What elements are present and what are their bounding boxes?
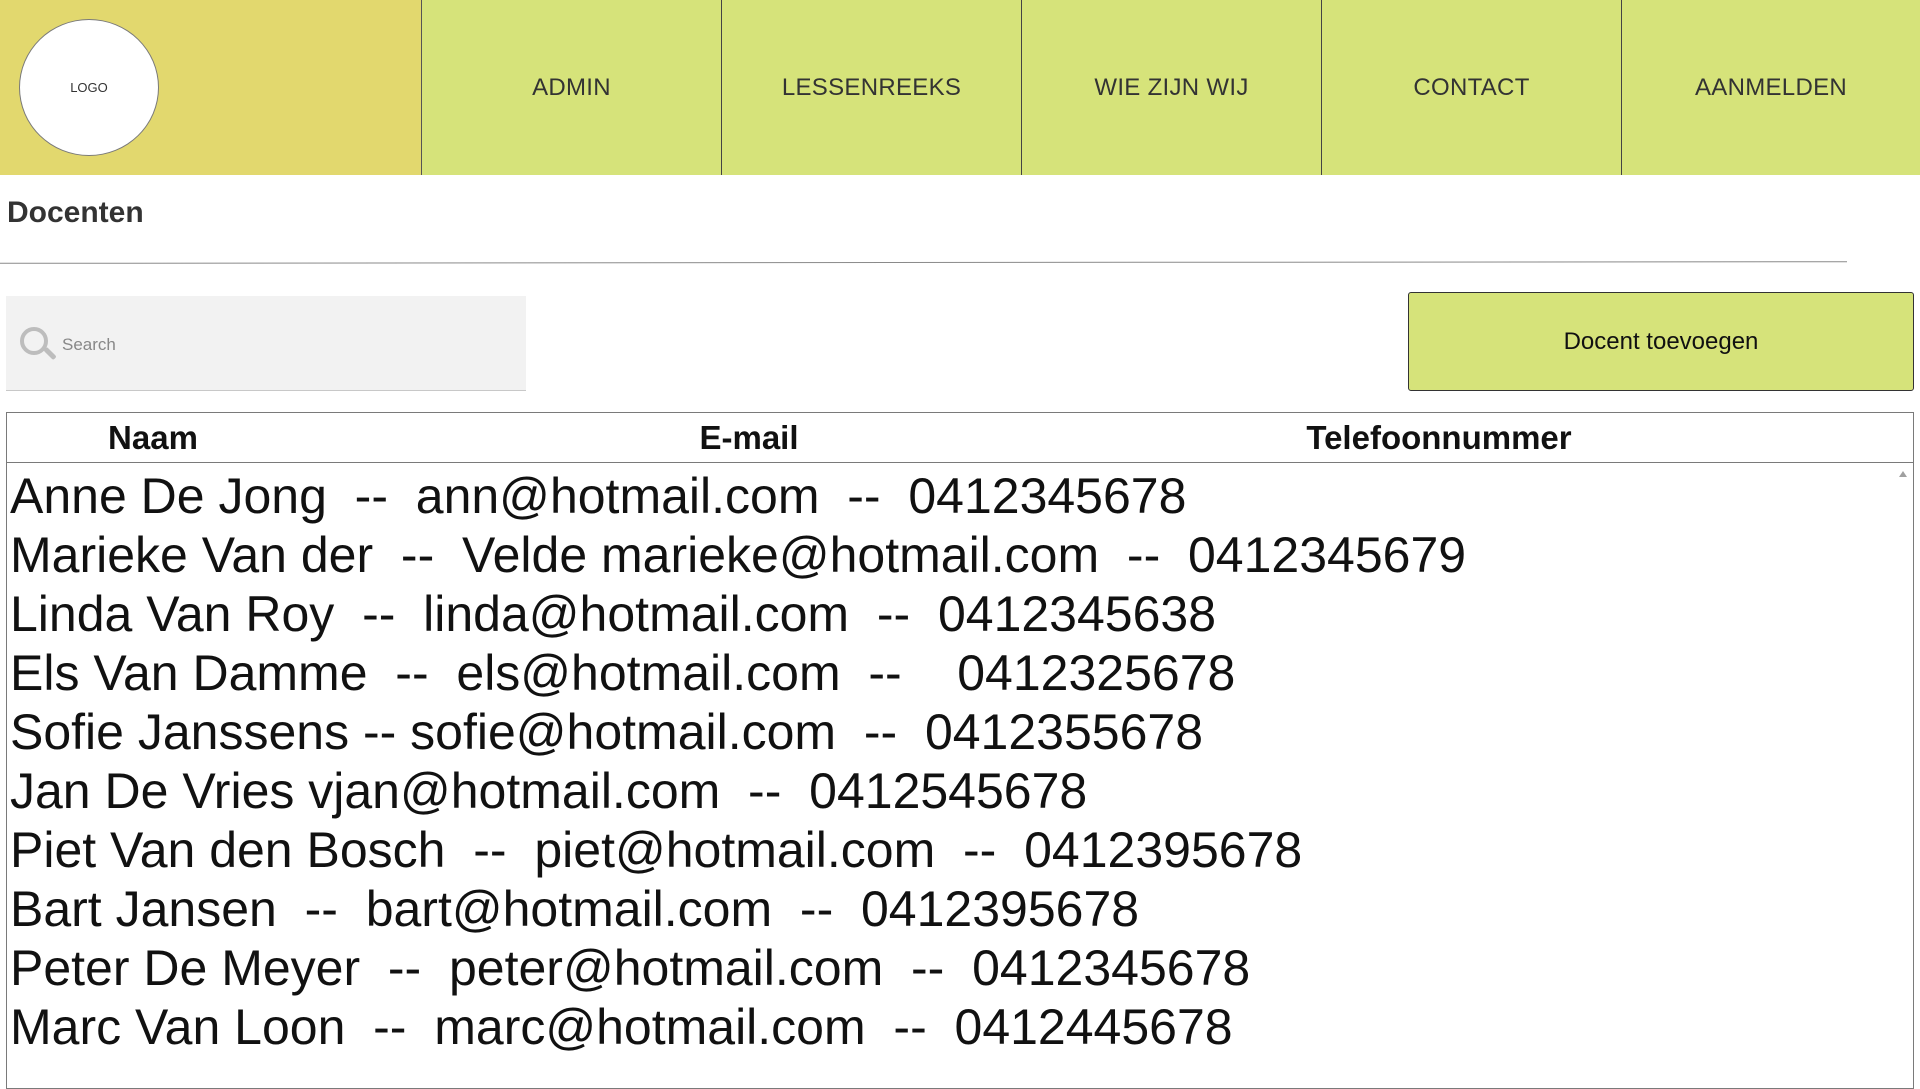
page-title: Docenten xyxy=(7,196,144,229)
table-row[interactable]: Piet Van den Bosch -- piet@hotmail.com -… xyxy=(7,821,1887,880)
table-row[interactable]: Bart Jansen -- bart@hotmail.com -- 04123… xyxy=(7,880,1887,939)
add-docent-button[interactable]: Docent toevoegen xyxy=(1408,292,1914,391)
table-row[interactable]: Peter De Meyer -- peter@hotmail.com -- 0… xyxy=(7,939,1887,998)
main-nav: ADMIN LESSENREEKS WIE ZIJN WIJ CONTACT A… xyxy=(422,0,1920,175)
table-scrollbar[interactable] xyxy=(1893,463,1913,1088)
logo-area: LOGO xyxy=(0,0,422,175)
nav-item-contact[interactable]: CONTACT xyxy=(1322,0,1622,175)
nav-item-wie-zijn-wij[interactable]: WIE ZIJN WIJ xyxy=(1022,0,1322,175)
search-input[interactable] xyxy=(60,330,500,356)
table-row[interactable]: Sofie Janssens -- sofie@hotmail.com -- 0… xyxy=(7,703,1887,762)
nav-item-admin[interactable]: ADMIN xyxy=(422,0,722,175)
scroll-up-arrow-icon[interactable] xyxy=(1899,471,1907,477)
docenten-table: Naam E-mail Telefoonnummer Anne De Jong … xyxy=(6,412,1914,1089)
column-header-naam: Naam xyxy=(108,419,198,456)
table-row[interactable]: Els Van Damme -- els@hotmail.com -- 0412… xyxy=(7,644,1887,703)
nav-item-aanmelden[interactable]: AANMELDEN xyxy=(1622,0,1920,175)
table-header: Naam E-mail Telefoonnummer xyxy=(7,413,1913,463)
column-header-email: E-mail xyxy=(699,419,799,456)
search-box[interactable] xyxy=(6,296,526,391)
table-row[interactable]: Anne De Jong -- ann@hotmail.com -- 04123… xyxy=(7,467,1887,526)
table-row[interactable]: Jan De Vries vjan@hotmail.com -- 0412545… xyxy=(7,762,1887,821)
search-icon xyxy=(14,321,58,365)
title-divider xyxy=(0,261,1848,264)
nav-item-lessenreeks[interactable]: LESSENREEKS xyxy=(722,0,1022,175)
table-row[interactable]: Linda Van Roy -- linda@hotmail.com -- 04… xyxy=(7,585,1887,644)
table-body: Anne De Jong -- ann@hotmail.com -- 04123… xyxy=(7,463,1887,1088)
column-header-telefoonnummer: Telefoonnummer xyxy=(1306,419,1572,456)
table-row[interactable]: Marc Van Loon -- marc@hotmail.com -- 041… xyxy=(7,998,1887,1057)
table-row[interactable]: Marieke Van der -- Velde marieke@hotmail… xyxy=(7,526,1887,585)
site-header: LOGO ADMIN LESSENREEKS WIE ZIJN WIJ CONT… xyxy=(0,0,1920,175)
logo[interactable]: LOGO xyxy=(19,19,159,156)
